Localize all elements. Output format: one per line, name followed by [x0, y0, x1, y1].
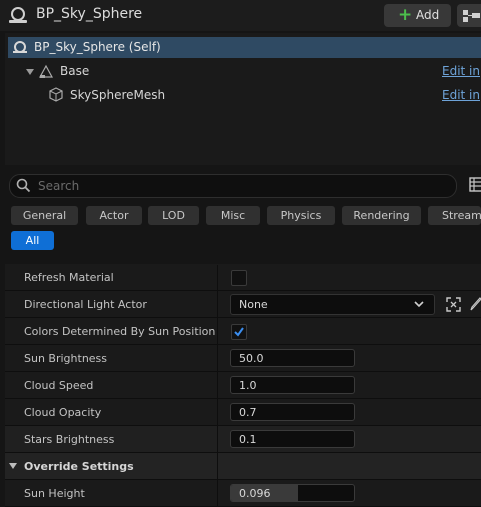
- eyedropper-icon[interactable]: [470, 297, 481, 312]
- stars-brightness-field[interactable]: 0.1: [230, 430, 355, 448]
- dropdown-value: None: [239, 298, 268, 311]
- edit-in-link-base[interactable]: Edit in: [442, 64, 480, 78]
- checkmark-icon: [234, 327, 244, 337]
- tree-self-label: BP_Sky_Sphere (Self): [34, 40, 161, 54]
- pick-actor-icon[interactable]: [446, 297, 461, 312]
- plus-icon: +: [398, 5, 413, 25]
- edit-in-link-skyspheremesh[interactable]: Edit in: [442, 88, 480, 102]
- cloud-opacity-field[interactable]: 0.7: [230, 403, 355, 421]
- colors-by-sun-checkbox[interactable]: [231, 324, 247, 340]
- property-row-cloud-opacity: Cloud Opacity 0.7: [5, 399, 481, 426]
- refresh-material-checkbox[interactable]: [231, 270, 247, 286]
- tab-streaming[interactable]: Stream: [428, 206, 481, 225]
- section-header-override[interactable]: Override Settings: [5, 453, 481, 480]
- tab-all[interactable]: All: [11, 231, 54, 250]
- section-title: Override Settings: [24, 460, 134, 473]
- tab-physics[interactable]: Physics: [267, 206, 335, 225]
- tab-general[interactable]: General: [11, 206, 78, 225]
- tab-misc[interactable]: Misc: [206, 206, 260, 225]
- hierarchy-icon: [463, 10, 480, 22]
- property-label: Sun Height: [24, 487, 85, 500]
- add-button[interactable]: + Add: [384, 4, 451, 27]
- search-input[interactable]: [36, 177, 440, 195]
- page-title: BP_Sky_Sphere: [36, 6, 143, 22]
- property-row-refresh-material: Refresh Material: [5, 264, 481, 291]
- search-box[interactable]: [9, 174, 457, 198]
- property-label: Directional Light Actor: [24, 298, 147, 311]
- property-label: Stars Brightness: [24, 433, 115, 446]
- property-label: Sun Brightness: [24, 352, 108, 365]
- sun-height-value: 0.096: [239, 487, 271, 500]
- property-row-sun-brightness: Sun Brightness 50.0: [5, 345, 481, 372]
- property-row-directional-light: Directional Light Actor None: [5, 291, 481, 318]
- tree-item-skyspheremesh[interactable]: SkySphereMesh: [70, 88, 165, 102]
- table-view-icon[interactable]: [469, 177, 481, 193]
- directional-light-dropdown[interactable]: None: [230, 294, 435, 315]
- property-row-cloud-speed: Cloud Speed 1.0: [5, 372, 481, 399]
- mesh-cube-icon: [49, 87, 63, 102]
- tab-lod[interactable]: LOD: [148, 206, 199, 225]
- property-row-colors-by-sun: Colors Determined By Sun Position: [5, 318, 481, 345]
- self-icon-base: [13, 51, 27, 53]
- blueprint-icon-base: [9, 20, 27, 23]
- chevron-down-icon: [414, 301, 424, 308]
- scene-component-icon: [38, 64, 54, 78]
- property-row-stars-brightness: Stars Brightness 0.1: [5, 426, 481, 453]
- tab-actor[interactable]: Actor: [86, 206, 142, 225]
- sun-height-slider[interactable]: 0.096: [230, 484, 355, 502]
- hierarchy-button[interactable]: [457, 4, 481, 27]
- property-label: Cloud Speed: [24, 379, 94, 392]
- property-row-sun-height: Sun Height 0.096: [5, 480, 481, 507]
- blueprint-icon: [11, 7, 25, 21]
- sun-brightness-field[interactable]: 50.0: [230, 349, 355, 367]
- column-divider[interactable]: [217, 265, 218, 507]
- collapse-arrow-icon: [9, 463, 17, 469]
- search-icon: [16, 178, 31, 193]
- add-button-label: Add: [416, 8, 440, 22]
- property-label: Colors Determined By Sun Position: [24, 325, 216, 338]
- cloud-speed-field[interactable]: 1.0: [230, 376, 355, 394]
- tree-item-base[interactable]: Base: [60, 64, 89, 78]
- property-label: Refresh Material: [24, 271, 114, 284]
- collapse-arrow-icon[interactable]: [26, 69, 34, 75]
- property-label: Cloud Opacity: [24, 406, 102, 419]
- tab-rendering[interactable]: Rendering: [342, 206, 421, 225]
